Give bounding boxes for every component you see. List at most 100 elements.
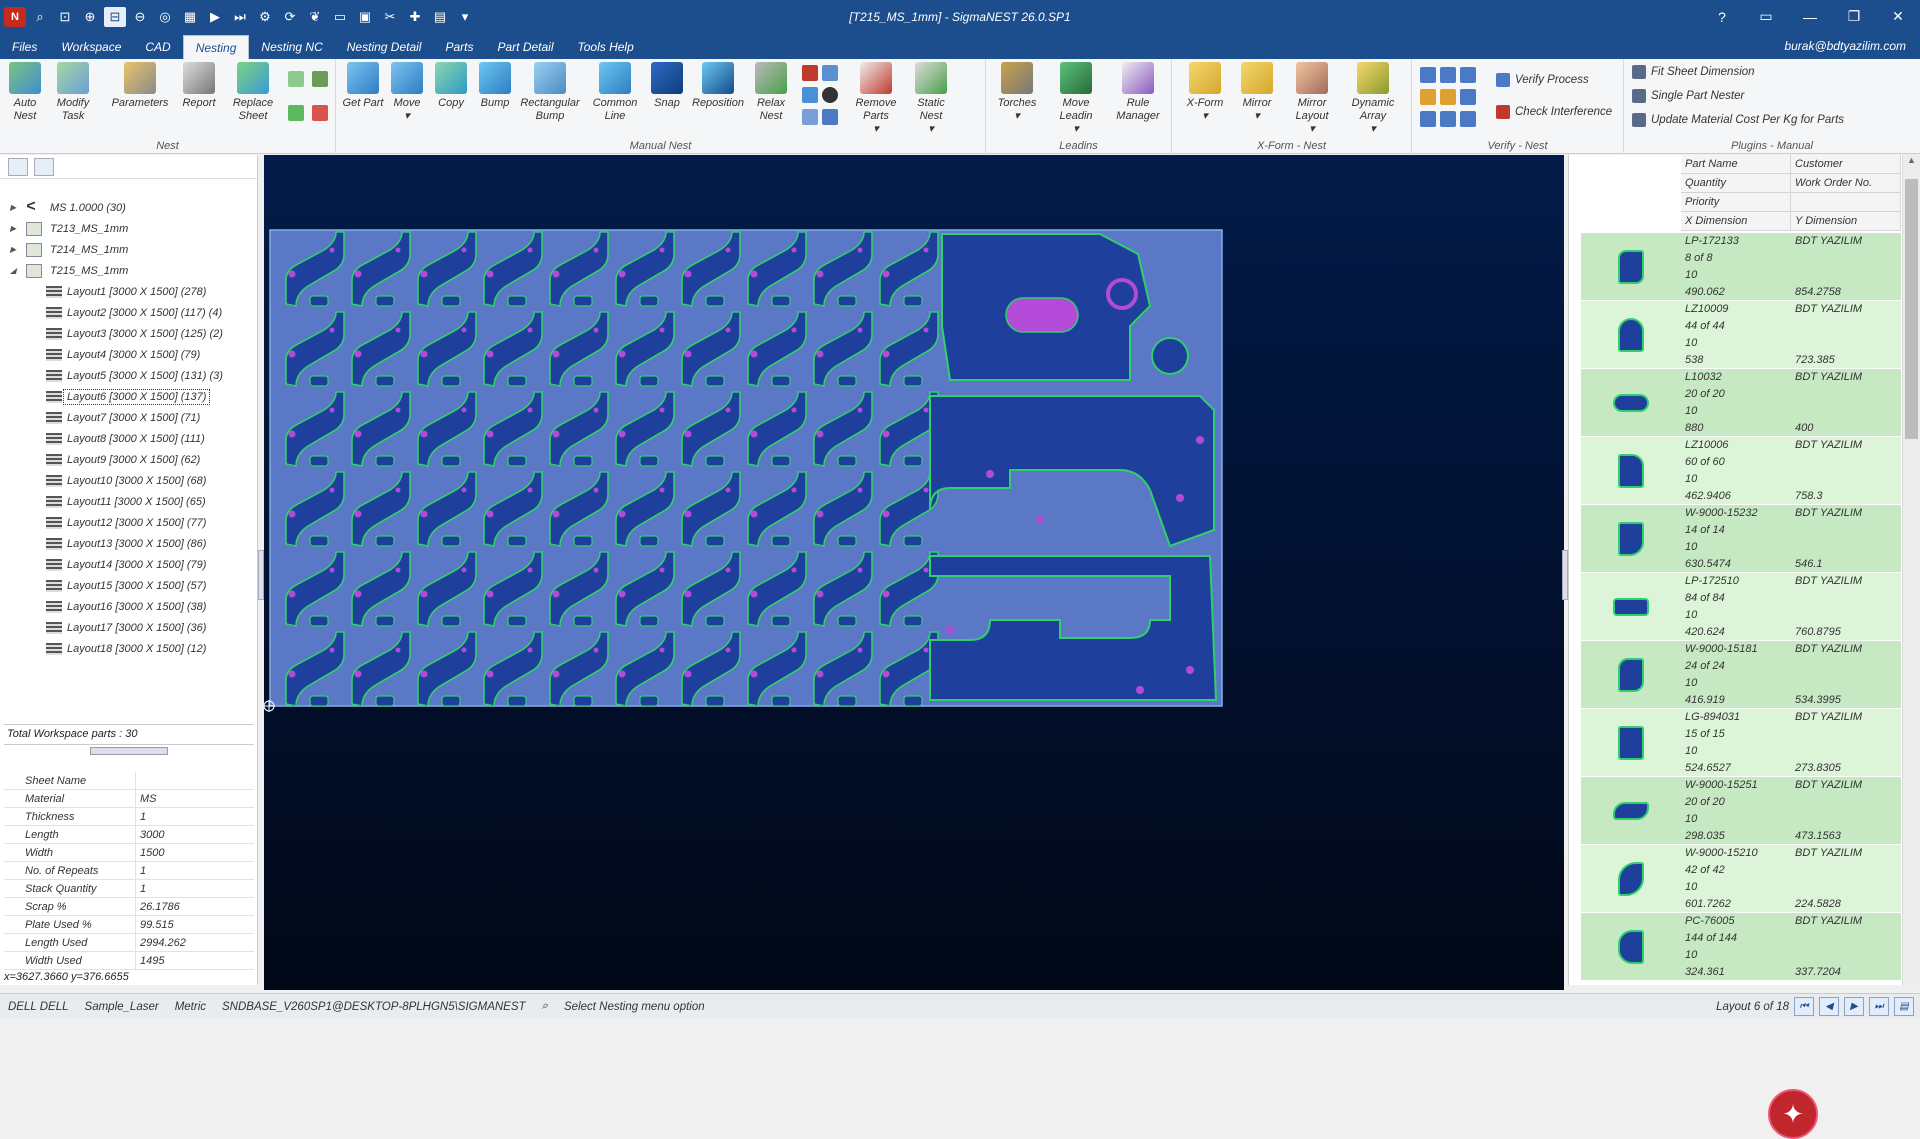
- tree-node-layout[interactable]: Layout5 [3000 X 1500] (131) (3): [0, 365, 255, 386]
- parts-scrollbar[interactable]: ▲: [1902, 155, 1920, 985]
- nest-sheet-drawing[interactable]: [264, 155, 1564, 990]
- expand-arrow-icon[interactable]: ▶: [10, 203, 20, 212]
- copy-button[interactable]: Copy: [428, 62, 474, 110]
- auto-nest-button[interactable]: Auto Nest: [2, 62, 48, 123]
- move-button[interactable]: Move ▾: [384, 62, 430, 123]
- scrollbar-thumb[interactable]: [1905, 179, 1918, 439]
- small-grid-b-icon[interactable]: [1440, 67, 1456, 83]
- next-layout-button[interactable]: ▶: [1844, 997, 1864, 1016]
- tree-node-task[interactable]: ▶ T214_MS_1mm: [0, 239, 255, 260]
- layout-list-button[interactable]: ▤: [1894, 997, 1914, 1016]
- update-material-cost-button[interactable]: Update Material Cost Per Kg for Parts: [1632, 113, 1844, 127]
- small-grid-c-icon[interactable]: [1460, 67, 1476, 83]
- property-row[interactable]: Scrap % 26.1786: [4, 898, 254, 916]
- menu-part-detail[interactable]: Part Detail: [485, 35, 565, 59]
- property-value[interactable]: [136, 772, 140, 789]
- tree-node-layout[interactable]: Layout15 [3000 X 1500] (57): [0, 575, 255, 596]
- small-stack-icon[interactable]: [802, 109, 818, 125]
- move-leadin-button[interactable]: Move Leadin ▾: [1048, 62, 1104, 136]
- zoom-fit-icon[interactable]: ⊡: [54, 7, 76, 27]
- help-button[interactable]: ?: [1700, 0, 1744, 33]
- part-row[interactable]: LZ10009 BDT YAZILIM 44 of 44 10 538 723.385: [1581, 301, 1901, 369]
- property-value[interactable]: 99.515: [136, 916, 174, 933]
- small-grid-g-icon[interactable]: [1420, 111, 1436, 127]
- column-header[interactable]: Work Order No.: [1791, 174, 1901, 193]
- property-value[interactable]: 3000: [136, 826, 164, 843]
- small-grid-h-icon[interactable]: [1440, 111, 1456, 127]
- small-layers-icon[interactable]: [822, 65, 838, 81]
- part-row[interactable]: W-9000-15251 BDT YAZILIM 20 of 20 10 298.035…: [1581, 777, 1901, 845]
- property-value[interactable]: 1: [136, 808, 146, 825]
- small-undo-icon[interactable]: [822, 109, 838, 125]
- small-grid-i-icon[interactable]: [1460, 111, 1476, 127]
- tree-node-layout[interactable]: Layout11 [3000 X 1500] (65): [0, 491, 255, 512]
- maximize-button[interactable]: ❐: [1832, 0, 1876, 33]
- fit-sheet-dimension-button[interactable]: Fit Sheet Dimension: [1632, 65, 1755, 79]
- settings-icon[interactable]: ⚙: [254, 7, 276, 27]
- tree-node-layout[interactable]: Layout2 [3000 X 1500] (117) (4): [0, 302, 255, 323]
- get-part-button[interactable]: Get Part: [340, 62, 386, 110]
- tree-node-layout[interactable]: Layout6 [3000 X 1500] (137): [0, 386, 255, 407]
- small-grid-a-icon[interactable]: [1420, 67, 1436, 83]
- tree-node-layout[interactable]: Layout10 [3000 X 1500] (68): [0, 470, 255, 491]
- zoom-previous-icon[interactable]: ◎: [154, 7, 176, 27]
- tree-node-layout[interactable]: Layout4 [3000 X 1500] (79): [0, 344, 255, 365]
- part-row[interactable]: W-9000-15232 BDT YAZILIM 14 of 14 10 630.547…: [1581, 505, 1901, 573]
- property-row[interactable]: Length Used 2994.262: [4, 934, 254, 952]
- property-value[interactable]: 2994.262: [136, 934, 186, 951]
- snap-button[interactable]: Snap: [644, 62, 690, 110]
- verify-process-button[interactable]: Verify Process: [1496, 73, 1589, 87]
- small-export-icon[interactable]: [312, 71, 328, 87]
- rectangular-bump-button[interactable]: Rectangular Bump: [518, 62, 582, 123]
- search-icon[interactable]: ⌕: [29, 7, 51, 27]
- property-row[interactable]: No. of Repeats 1: [4, 862, 254, 880]
- part-row[interactable]: W-9000-15210 BDT YAZILIM 42 of 42 10 601.726…: [1581, 845, 1901, 913]
- first-layout-button[interactable]: ⏮: [1794, 997, 1814, 1016]
- parameters-button[interactable]: Parameters: [110, 62, 170, 110]
- property-row[interactable]: Thickness 1: [4, 808, 254, 826]
- previous-layout-button[interactable]: ◀: [1819, 997, 1839, 1016]
- property-row[interactable]: Length 3000: [4, 826, 254, 844]
- last-layout-button[interactable]: ⏭: [1869, 997, 1889, 1016]
- common-line-button[interactable]: Common Line: [588, 62, 642, 123]
- property-row[interactable]: Sheet Name: [4, 772, 254, 790]
- property-value[interactable]: 1: [136, 880, 146, 897]
- menu-nesting[interactable]: Nesting: [182, 35, 250, 59]
- part-row[interactable]: LZ10006 BDT YAZILIM 60 of 60 10 462.9406 758.…: [1581, 437, 1901, 505]
- remove-parts-button[interactable]: Remove Parts ▾: [848, 62, 904, 136]
- relax-nest-button[interactable]: Relax Nest: [748, 62, 794, 123]
- property-value[interactable]: MS: [136, 790, 157, 807]
- column-header[interactable]: Y Dimension: [1791, 212, 1901, 231]
- replace-sheet-button[interactable]: Replace Sheet: [230, 62, 276, 123]
- property-value[interactable]: 1: [136, 862, 146, 879]
- rule-manager-button[interactable]: Rule Manager: [1110, 62, 1166, 123]
- tree-node-material[interactable]: ▶ < MS 1.0000 (30): [0, 197, 255, 218]
- small-burst-icon[interactable]: [802, 65, 818, 81]
- part-row[interactable]: LP-172510 BDT YAZILIM 84 of 84 10 420.624 760…: [1581, 573, 1901, 641]
- part-row[interactable]: W-9000-15181 BDT YAZILIM 24 of 24 10 416.919…: [1581, 641, 1901, 709]
- property-row[interactable]: Width Used 1495: [4, 952, 254, 970]
- user-email[interactable]: burak@bdtyazilim.com: [1784, 39, 1906, 53]
- refresh-icon[interactable]: ⟳: [279, 7, 301, 27]
- zoom-window-icon[interactable]: ⊟: [104, 6, 126, 27]
- menu-parts[interactable]: Parts: [433, 35, 485, 59]
- small-target-icon[interactable]: [822, 87, 838, 103]
- tree-node-layout[interactable]: Layout1 [3000 X 1500] (278): [0, 281, 255, 302]
- app-logo-icon[interactable]: N: [4, 6, 26, 27]
- zoom-out-icon[interactable]: ⊖: [129, 7, 151, 27]
- menu-workspace[interactable]: Workspace: [49, 35, 133, 59]
- part-row[interactable]: PC-76005 BDT YAZILIM 144 of 144 10 324.361 33…: [1581, 913, 1901, 981]
- restore-ribbon-button[interactable]: ▭: [1744, 0, 1788, 33]
- tree-node-layout[interactable]: Layout12 [3000 X 1500] (77): [0, 512, 255, 533]
- panel-splitter[interactable]: [90, 747, 168, 755]
- property-value[interactable]: 1500: [136, 844, 164, 861]
- list-view-tab[interactable]: [34, 157, 54, 176]
- menu-files[interactable]: Files: [0, 35, 49, 59]
- check-interference-button[interactable]: Check Interference: [1496, 105, 1612, 119]
- small-grid-e-icon[interactable]: [1440, 89, 1456, 105]
- tree-node-layout[interactable]: Layout13 [3000 X 1500] (86): [0, 533, 255, 554]
- property-row[interactable]: Stack Quantity 1: [4, 880, 254, 898]
- small-verify-icon[interactable]: [312, 105, 328, 121]
- menu-nesting-detail[interactable]: Nesting Detail: [335, 35, 434, 59]
- property-value[interactable]: 1495: [136, 952, 164, 969]
